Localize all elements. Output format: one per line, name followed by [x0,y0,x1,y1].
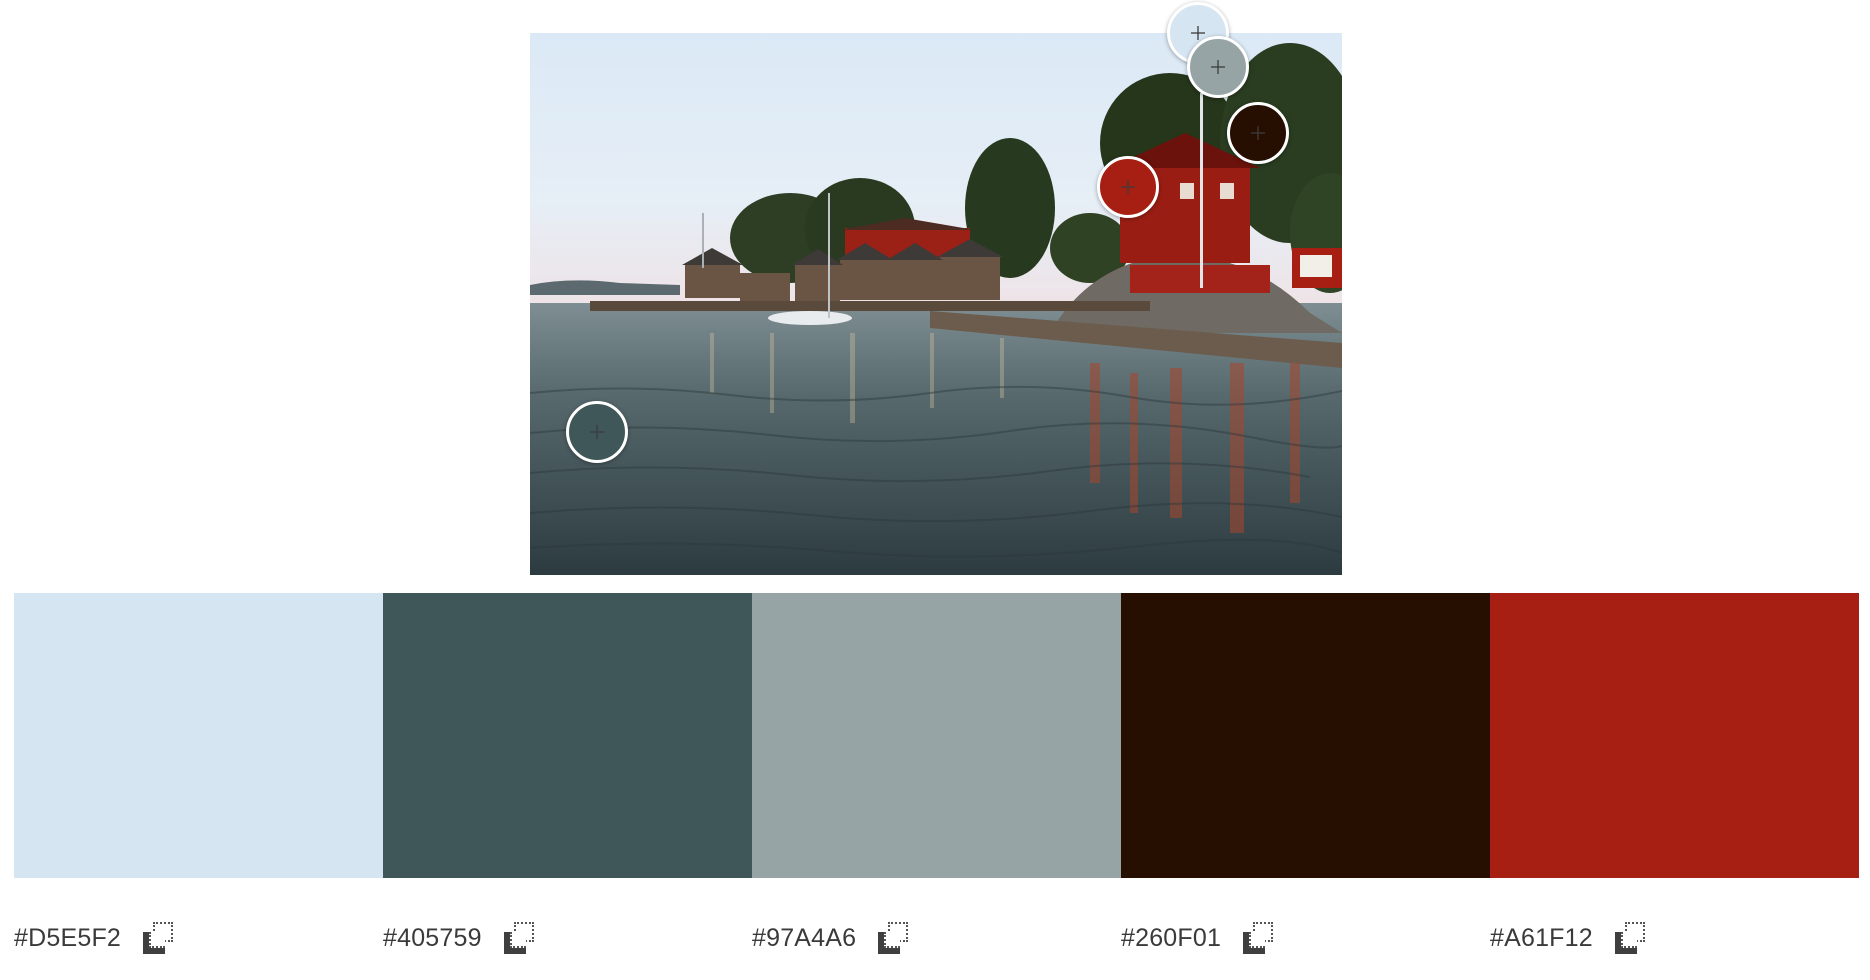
copy-icon[interactable] [143,922,177,954]
swatch[interactable] [383,593,752,878]
hex-value: #260F01 [1121,923,1222,952]
swatch[interactable] [752,593,1121,878]
crosshair-icon [1121,180,1135,194]
crosshair-icon [1211,60,1225,74]
swatch-row [14,593,1859,878]
swatch-label: #D5E5F2 [14,918,383,958]
hex-value: #405759 [383,923,482,952]
copy-icon[interactable] [1614,922,1649,954]
picker-dark-slate[interactable] [566,401,628,463]
picker-red[interactable] [1097,156,1159,218]
color-theme-extractor: #D5E5F2 #405759 #97A4A6 #260F01 #A61F12 [0,0,1870,980]
crosshair-icon [1191,26,1205,40]
swatch[interactable] [14,593,383,878]
swatch-label: #260F01 [1121,918,1490,958]
picker-gray[interactable] [1187,36,1249,98]
hex-value: #D5E5F2 [14,923,122,952]
swatch-label: #A61F12 [1490,918,1859,958]
swatch-label: #97A4A6 [752,918,1121,958]
picker-dark-brown[interactable] [1227,102,1289,164]
swatch[interactable] [1490,593,1859,878]
source-photo [530,33,1342,575]
copy-icon[interactable] [1243,922,1277,954]
hex-value: #97A4A6 [752,923,857,952]
hex-label-row: #D5E5F2 #405759 #97A4A6 #260F01 #A61F12 [14,918,1859,958]
hex-value: #A61F12 [1490,923,1593,952]
swatch-label: #405759 [383,918,752,958]
crosshair-icon [590,425,604,439]
swatch[interactable] [1121,593,1490,878]
harbor-landscape-photo [530,33,1342,575]
copy-icon[interactable] [878,922,912,954]
crosshair-icon [1251,126,1265,140]
copy-icon[interactable] [503,922,538,954]
